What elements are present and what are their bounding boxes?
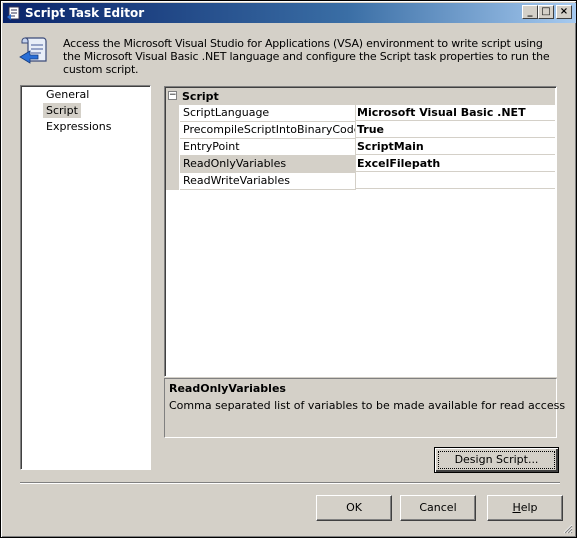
header-description: Access the Microsoft Visual Studio for A… bbox=[63, 37, 550, 76]
title-bar[interactable]: Script Task Editor _ □ × bbox=[3, 3, 576, 23]
help-button[interactable]: Help bbox=[487, 495, 563, 521]
help-label-rest: elp bbox=[520, 501, 538, 514]
page-nav-list: General Script Expressions bbox=[20, 85, 151, 470]
cancel-label: Cancel bbox=[419, 501, 457, 514]
property-value[interactable]: ExcelFilepath bbox=[355, 156, 555, 172]
property-row[interactable]: PrecompileScriptIntoBinaryCode True bbox=[166, 122, 555, 139]
property-name[interactable]: EntryPoint bbox=[180, 139, 356, 156]
description-text: Comma separated list of variables to be … bbox=[169, 399, 566, 412]
nav-item-expressions[interactable]: Expressions bbox=[43, 119, 114, 134]
ok-label: OK bbox=[346, 501, 362, 514]
script-task-editor-window: Script Task Editor _ □ × Access the Micr… bbox=[0, 0, 577, 538]
maximize-icon: □ bbox=[541, 6, 551, 17]
resize-grip-icon[interactable] bbox=[561, 522, 573, 534]
design-script-button[interactable]: Design Script... bbox=[434, 447, 559, 473]
help-label: Help bbox=[512, 501, 537, 514]
property-value[interactable] bbox=[355, 173, 555, 189]
focus-rectangle bbox=[438, 451, 555, 469]
property-name[interactable]: PrecompileScriptIntoBinaryCode bbox=[180, 122, 356, 139]
maximize-button[interactable]: □ bbox=[538, 5, 554, 19]
property-name[interactable]: ReadWriteVariables bbox=[180, 173, 356, 190]
property-row-selected[interactable]: ReadOnlyVariables ExcelFilepath bbox=[166, 156, 555, 173]
property-description-panel: ReadOnlyVariables Comma separated list o… bbox=[164, 378, 565, 438]
row-gutter bbox=[166, 173, 179, 190]
footer-separator bbox=[20, 482, 560, 484]
row-gutter bbox=[166, 156, 179, 173]
window-title: Script Task Editor bbox=[25, 6, 145, 20]
close-button[interactable]: × bbox=[556, 5, 572, 19]
close-icon: × bbox=[559, 6, 569, 17]
property-value[interactable]: True bbox=[355, 122, 555, 138]
property-value[interactable]: Microsoft Visual Basic .NET bbox=[355, 105, 555, 121]
property-grid: − Script ScriptLanguage Microsoft Visual… bbox=[164, 86, 557, 377]
help-mnemonic: H bbox=[512, 501, 521, 514]
nav-item-general[interactable]: General bbox=[43, 87, 92, 102]
category-row-script[interactable]: − Script bbox=[166, 88, 555, 105]
collapse-icon[interactable]: − bbox=[168, 91, 177, 100]
row-gutter bbox=[166, 122, 179, 139]
row-gutter bbox=[166, 139, 179, 156]
property-value[interactable]: ScriptMain bbox=[355, 139, 555, 155]
property-row[interactable]: EntryPoint ScriptMain bbox=[166, 139, 555, 156]
row-gutter bbox=[166, 105, 179, 122]
property-row[interactable]: ScriptLanguage Microsoft Visual Basic .N… bbox=[166, 105, 555, 122]
nav-item-script[interactable]: Script bbox=[43, 103, 81, 118]
property-name[interactable]: ScriptLanguage bbox=[180, 105, 356, 122]
script-scroll-icon bbox=[19, 37, 47, 64]
category-label: Script bbox=[182, 90, 219, 103]
minimize-icon: _ bbox=[527, 6, 533, 17]
script-task-icon bbox=[7, 6, 20, 20]
minimize-button[interactable]: _ bbox=[522, 5, 538, 19]
property-name[interactable]: ReadOnlyVariables bbox=[180, 156, 356, 173]
property-row[interactable]: ReadWriteVariables bbox=[166, 173, 555, 190]
ok-button[interactable]: OK bbox=[316, 495, 392, 521]
description-title: ReadOnlyVariables bbox=[169, 382, 286, 395]
cancel-button[interactable]: Cancel bbox=[400, 495, 476, 521]
